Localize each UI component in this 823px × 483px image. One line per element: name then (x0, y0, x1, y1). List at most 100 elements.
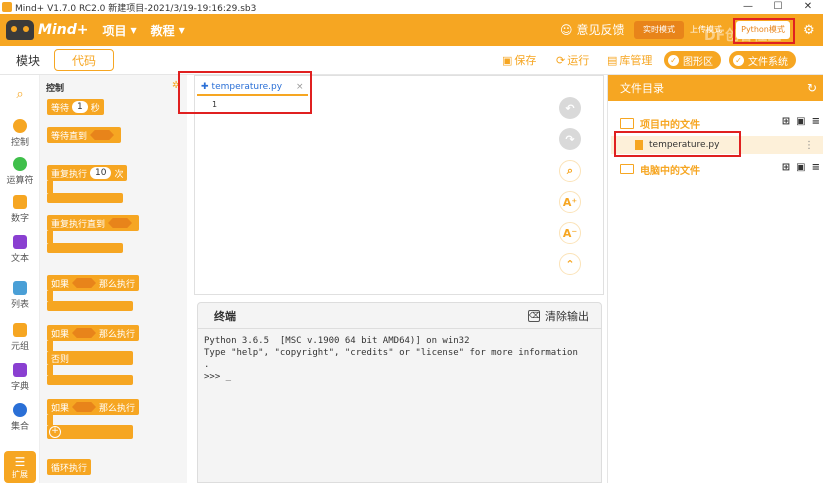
computer-files-label: 电脑中的文件 (640, 165, 700, 177)
block-arm (47, 341, 53, 351)
category-sidebar: ⌕ 控制 运算符 数字 文本 列表 元组 字典 集合 ☰ 扩展 (0, 75, 40, 483)
project-files-label: 项目中的文件 (640, 119, 700, 131)
block-condition-slot (72, 278, 97, 288)
search-code-icon[interactable]: ⌕ (559, 160, 581, 182)
settings-gear-icon[interactable]: ⚙ (803, 23, 815, 38)
new-folder-icon[interactable]: ▣ (796, 162, 805, 173)
block-if-multi[interactable]: 如果 那么执行 (47, 399, 140, 415)
category-dict[interactable]: 字典 (0, 363, 40, 392)
category-text[interactable]: 文本 (0, 235, 40, 264)
annotation-box-python-mode (733, 18, 795, 44)
extension-button[interactable]: ☰ 扩展 (4, 451, 36, 483)
block-input[interactable]: 1 (72, 101, 88, 113)
more-options-icon[interactable]: ⋮ (804, 140, 814, 151)
graphics-label: 图形区 (683, 56, 713, 68)
window-title: Mind+ V1.7.0 RC2.0 新建项目-2021/3/19-19:16:… (15, 3, 257, 14)
close-window-button[interactable]: ✕ (793, 0, 823, 14)
graphics-area-button[interactable]: ✓ 图形区 (664, 51, 721, 69)
block-wait-until[interactable]: 等待直到 (47, 127, 122, 143)
block-arm (47, 415, 53, 425)
block-wait[interactable]: 等待 1 秒 (47, 99, 104, 115)
block-label: 那么执行 (99, 403, 136, 414)
block-foot (47, 243, 123, 253)
category-numbers[interactable]: 数字 (0, 195, 40, 224)
new-folder-icon[interactable]: ▣ (796, 116, 805, 127)
block-label: 重复执行直到 (51, 219, 106, 230)
extension-label: 扩展 (12, 470, 28, 479)
category-control[interactable]: 控制 (0, 119, 40, 148)
block-input[interactable]: 10 (90, 167, 112, 179)
block-else: 否则 (47, 351, 133, 365)
menu-icon[interactable]: ≡ (812, 162, 820, 173)
block-if-else[interactable]: 如果 那么执行 (47, 325, 140, 341)
caret-down-icon: ▼ (130, 25, 137, 35)
new-file-icon[interactable]: ⊞ (782, 162, 790, 173)
block-label: 如果 (51, 403, 70, 414)
file-panel-title: 文件目录 (620, 82, 664, 95)
app-icon (2, 2, 12, 12)
block-condition-slot (90, 130, 115, 140)
clear-output-button[interactable]: ⌫ 清除输出 (528, 308, 589, 324)
undo-icon[interactable]: ↶ (559, 97, 581, 119)
set-category-icon (13, 403, 27, 417)
block-label: 那么执行 (99, 279, 136, 290)
minimize-button[interactable]: — (733, 0, 763, 14)
run-icon: ⟳ (556, 53, 566, 67)
tab-blocks[interactable]: 模块 (16, 52, 40, 69)
add-branch-icon[interactable]: + (49, 426, 61, 438)
library-button[interactable]: ▤ 库管理 (607, 52, 652, 68)
dict-category-icon (13, 363, 27, 377)
block-loop-forever[interactable]: 循环执行 (47, 459, 92, 475)
menu-project[interactable]: 项目 ▼ (102, 22, 136, 39)
robot-logo-icon (6, 20, 34, 40)
caret-down-icon: ▼ (178, 25, 185, 35)
refresh-icon[interactable]: ↻ (807, 81, 817, 95)
run-button[interactable]: ⟳ 运行 (556, 52, 589, 68)
block-repeat[interactable]: 重复执行 10 次 (47, 165, 128, 181)
menu-icon[interactable]: ≡ (812, 116, 820, 127)
block-arm (47, 181, 53, 193)
block-repeat-until[interactable]: 重复执行直到 (47, 215, 140, 231)
menu-tutorial[interactable]: 教程 ▼ (151, 22, 185, 39)
font-increase-icon[interactable]: A⁺ (559, 191, 581, 213)
category-tuple[interactable]: 元组 (0, 323, 40, 352)
block-arm (47, 291, 53, 301)
filesystem-button[interactable]: ✓ 文件系统 (729, 51, 796, 69)
tab-code[interactable]: 代码 (54, 49, 115, 71)
redo-icon[interactable]: ↷ (559, 128, 581, 150)
new-file-icon[interactable]: ⊞ (782, 116, 790, 127)
block-if[interactable]: 如果 那么执行 (47, 275, 140, 291)
block-condition-slot (72, 402, 97, 412)
project-files-section[interactable]: 项目中的文件 ⊞ ▣ ≡ (608, 114, 823, 132)
block-palette: 控制 等待 1 秒 等待直到 重复执行 10 次 重复执行直到 如果 那么执行 … (40, 75, 187, 483)
computer-files-section[interactable]: 电脑中的文件 ⊞ ▣ ≡ (608, 160, 823, 178)
folder-icon (620, 117, 634, 129)
feedback-button[interactable]: ☺ 意见反馈 (560, 21, 625, 38)
control-category-icon (13, 119, 27, 133)
check-icon: ✓ (668, 54, 679, 66)
collapse-icon[interactable]: ⌃ (559, 253, 581, 275)
category-label: 列表 (10, 300, 29, 310)
search-icon[interactable]: ⌕ (0, 87, 40, 102)
window-controls: — ☐ ✕ (733, 0, 823, 14)
realtime-mode-button[interactable]: 实时模式 (634, 21, 684, 39)
maximize-button[interactable]: ☐ (763, 0, 793, 14)
terminal-output[interactable]: Python 3.6.5 [MSC v.1900 64 bit AMD64)] … (198, 329, 601, 389)
category-operators[interactable]: 运算符 (0, 157, 40, 186)
block-condition-slot (108, 218, 133, 228)
section-actions: ⊞ ▣ ≡ (782, 162, 820, 173)
block-foot (47, 193, 123, 203)
block-label: 等待 (51, 103, 70, 114)
save-icon: ▣ (502, 53, 513, 67)
category-set[interactable]: 集合 (0, 403, 40, 432)
annotation-box-file-item (614, 131, 741, 157)
menu-tutorial-label: 教程 (150, 23, 175, 38)
menubar: Mind+ 项目▼ 教程▼ ☺ 意见反馈 实时模式 上传模式 DF创客社区 Py… (0, 14, 823, 46)
extension-icon: ☰ (14, 455, 26, 469)
palette-title: 控制 (46, 84, 65, 94)
save-button[interactable]: ▣ 保存 (502, 52, 536, 68)
category-list[interactable]: 列表 (0, 281, 40, 310)
clear-icon: ⌫ (528, 310, 541, 322)
font-decrease-icon[interactable]: A⁻ (559, 222, 581, 244)
section-actions: ⊞ ▣ ≡ (782, 116, 820, 127)
